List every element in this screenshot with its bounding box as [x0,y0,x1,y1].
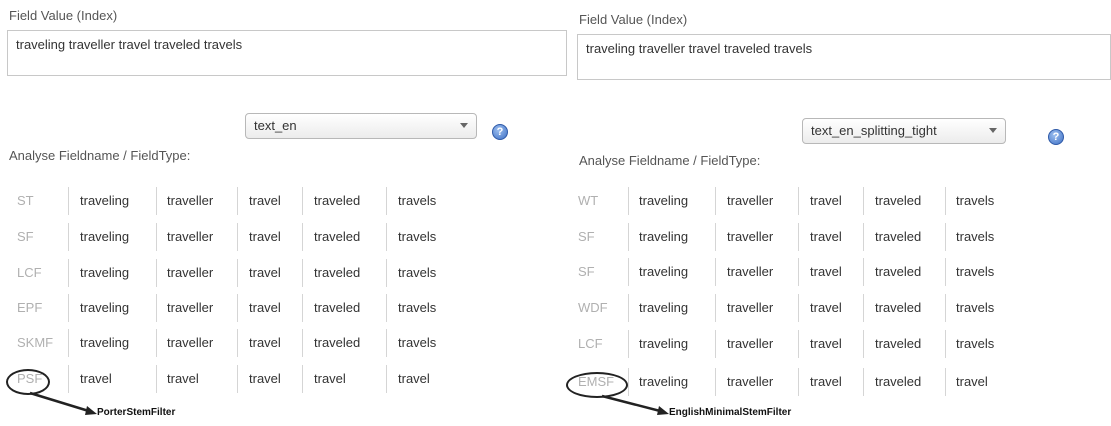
left-analysis-panel: Field Value (Index) traveling traveller … [0,0,568,426]
annotation-arrow-icon [601,394,669,415]
annotation-label: PorterStemFilter [97,407,176,418]
annotation-arrow-icon [29,391,97,415]
right-analysis-panel: Field Value (Index) traveling traveller … [566,0,1111,426]
annotation-label: EnglishMinimalStemFilter [669,407,792,418]
